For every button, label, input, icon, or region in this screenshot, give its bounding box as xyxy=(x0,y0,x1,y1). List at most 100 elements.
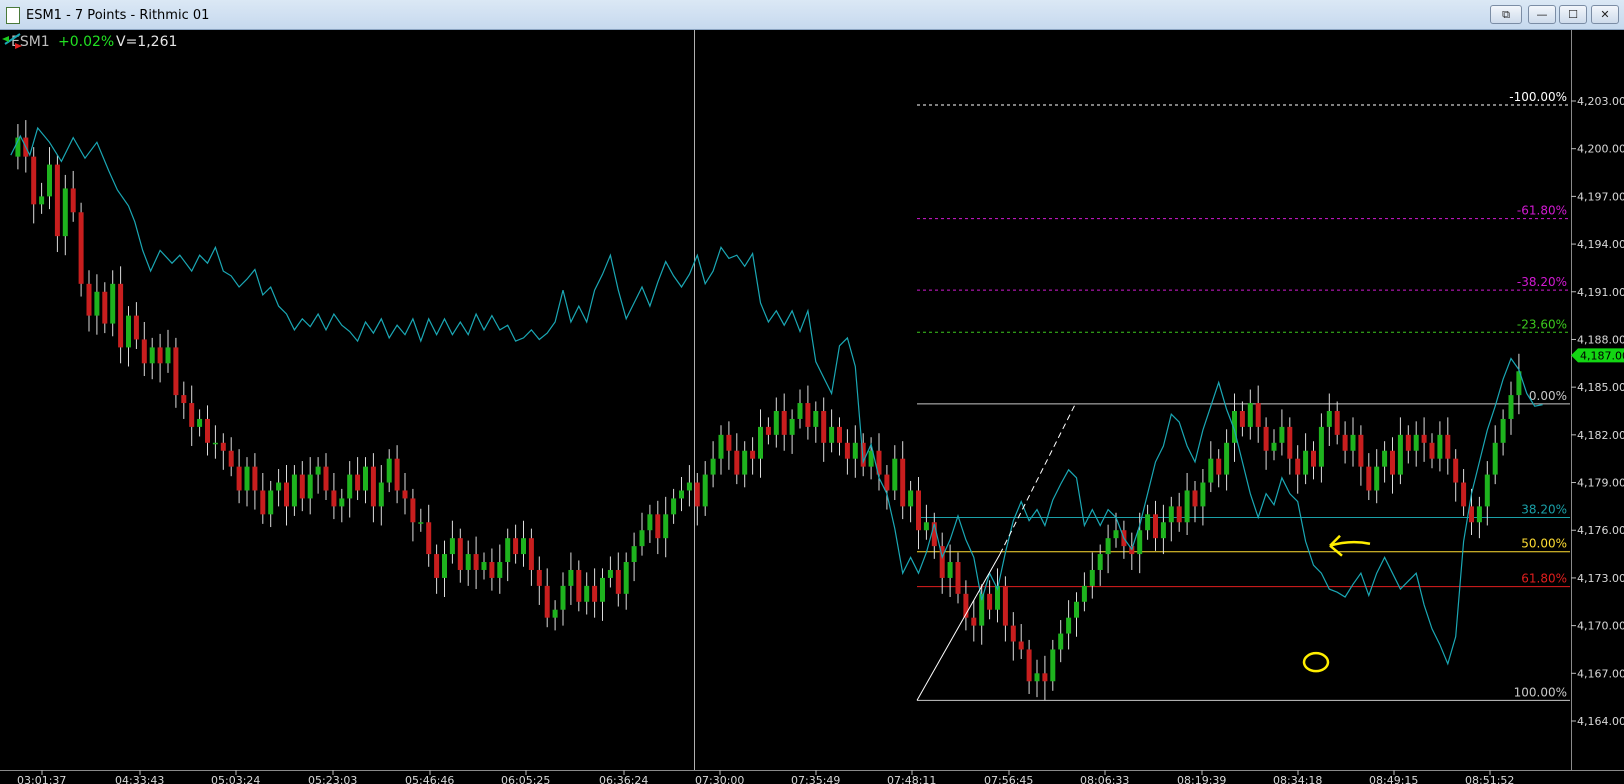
candle-up xyxy=(829,426,835,443)
candle-down xyxy=(1334,411,1340,435)
fib-level-label: 38.20% xyxy=(1521,503,1567,517)
candle-down xyxy=(410,498,416,523)
maximize-button[interactable]: ☐ xyxy=(1559,5,1587,24)
candle-up xyxy=(47,164,52,197)
candle-down xyxy=(528,538,534,570)
chart-area[interactable]: 4,203.00 4,200.00 4,197.00 4,194.00 4,191.00… xyxy=(0,30,1624,784)
candle-down xyxy=(1311,450,1316,467)
candle-down xyxy=(805,403,811,427)
candle-down xyxy=(513,538,519,555)
x-tick-label: 05:46:46 xyxy=(405,774,454,784)
y-tick-label: 4,173.00 xyxy=(1577,572,1624,585)
candle-down xyxy=(1263,426,1269,451)
candle-up xyxy=(1208,458,1214,483)
x-tick-label: 08:34:18 xyxy=(1273,774,1322,784)
candle-up xyxy=(1200,482,1206,507)
last-price-label: 4,187.00 xyxy=(1580,349,1624,362)
close-button[interactable]: ✕ xyxy=(1591,5,1619,24)
candle-down xyxy=(765,426,771,435)
candle-down xyxy=(1405,434,1411,451)
volume-readout: V=1,261 xyxy=(116,34,178,50)
annotation-circle xyxy=(1302,651,1330,673)
candle-up xyxy=(560,585,566,610)
y-tick-label: 4,170.00 xyxy=(1577,620,1624,633)
candle-up xyxy=(663,514,669,539)
candle-up xyxy=(363,466,368,491)
candle-down xyxy=(299,474,305,499)
window-title: ESM1 - 7 Points - Rithmic 01 xyxy=(26,8,210,23)
candle-up xyxy=(671,498,677,515)
candle-down xyxy=(1461,482,1467,507)
candle-down xyxy=(252,466,258,491)
candle-up xyxy=(852,442,858,459)
candle-up xyxy=(1168,506,1174,523)
candle-up xyxy=(339,498,345,507)
last-price-marker: 4,187.00 xyxy=(1571,348,1624,363)
y-tick-label: 4,182.00 xyxy=(1577,429,1624,442)
candle-down xyxy=(821,411,827,443)
double-arrow-icon[interactable] xyxy=(0,30,24,52)
candle-down xyxy=(54,164,60,237)
candle-down xyxy=(1429,442,1435,459)
candle-up xyxy=(1279,426,1285,443)
x-tick-label: 07:35:49 xyxy=(791,774,840,784)
candle-down xyxy=(370,466,376,507)
candle-up xyxy=(1492,442,1498,475)
candle-up xyxy=(1326,411,1332,427)
candle-down xyxy=(78,212,84,284)
x-tick-label: 08:19:39 xyxy=(1177,774,1226,784)
candle-up xyxy=(647,514,653,531)
x-tick-label: 05:03:24 xyxy=(211,774,260,784)
candle-down xyxy=(1445,434,1451,459)
candle-down xyxy=(1026,649,1032,682)
candle-up xyxy=(1247,403,1253,427)
candle-up xyxy=(497,562,503,578)
y-tick-label: 4,167.00 xyxy=(1577,667,1624,680)
candle-up xyxy=(1382,450,1388,467)
candle-up xyxy=(1097,554,1103,570)
x-tick-label: 08:06:33 xyxy=(1080,774,1129,784)
candle-down xyxy=(1287,426,1293,459)
fib-level-label: 61.80% xyxy=(1521,572,1567,586)
candle-down xyxy=(1239,411,1245,427)
candle-up xyxy=(212,442,218,445)
candle-up xyxy=(718,434,724,459)
candle-up xyxy=(505,538,511,563)
price-chart[interactable]: 4,203.00 4,200.00 4,197.00 4,194.00 4,191.00… xyxy=(0,30,1624,784)
fib-level-label: -100.00% xyxy=(1509,90,1567,104)
candle-up xyxy=(1484,474,1490,507)
candle-up xyxy=(449,538,455,555)
minimize-button[interactable]: — xyxy=(1528,5,1556,24)
candlestick-series xyxy=(15,120,1522,701)
candle-up xyxy=(813,411,819,427)
candle-up xyxy=(686,482,692,491)
candle-down xyxy=(141,339,147,364)
candle-up xyxy=(165,347,171,364)
candle-up xyxy=(1058,633,1064,650)
candle-up xyxy=(1066,617,1072,634)
candle-down xyxy=(331,490,337,507)
indicator-line xyxy=(10,126,1543,666)
candle-down xyxy=(133,315,139,340)
candle-up xyxy=(892,458,898,491)
y-tick-label: 4,191.00 xyxy=(1577,286,1624,299)
candle-up xyxy=(1113,530,1119,539)
candle-down xyxy=(900,458,906,507)
y-tick-label: 4,194.00 xyxy=(1577,238,1624,251)
candle-down xyxy=(323,466,329,491)
candle-down xyxy=(220,442,226,451)
candle-up xyxy=(552,609,558,618)
candle-down xyxy=(157,347,163,364)
candle-down xyxy=(228,450,234,467)
candle-up xyxy=(607,569,613,578)
candle-down xyxy=(955,562,961,594)
candle-up xyxy=(386,458,392,483)
candle-down xyxy=(1042,673,1048,682)
candle-down xyxy=(987,593,993,610)
fib-level-label: -38.20% xyxy=(1517,275,1567,289)
candle-down xyxy=(1002,585,1008,626)
candle-up xyxy=(1224,442,1230,475)
window-titlebar: ESM1 - 7 Points - Rithmic 01 ⧉ — ☐ ✕ xyxy=(0,0,1624,30)
restore-document-button[interactable]: ⧉ xyxy=(1490,5,1522,24)
candle-down xyxy=(118,283,124,348)
